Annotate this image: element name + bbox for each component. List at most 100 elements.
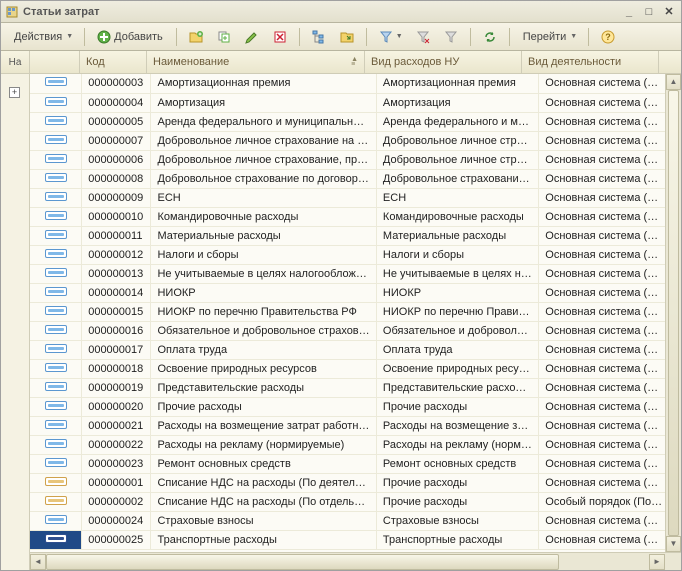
cell-vid: НИОКР — [376, 283, 538, 302]
minimize-button[interactable]: _ — [621, 5, 637, 19]
record-icon — [45, 420, 67, 429]
table-row[interactable]: 000000004АмортизацияАмортизацияОсновная … — [30, 93, 681, 112]
cell-name: Добровольное страхование по договор… — [151, 169, 376, 188]
toolbar: Действия ▼ Добавить ▼ Перейти ▼ ? — [1, 23, 681, 51]
hierarchy-button[interactable] — [306, 26, 332, 48]
column-header-code[interactable]: Код — [80, 51, 147, 73]
scroll-up-button[interactable]: ▲ — [666, 74, 681, 90]
grid-body[interactable]: 000000003Амортизационная премияАмортизац… — [30, 74, 681, 552]
filter-button[interactable]: ▼ — [373, 26, 408, 48]
record-icon — [45, 439, 67, 448]
cell-code: 000000021 — [82, 416, 151, 435]
cell-deyat: Основная система (… — [539, 264, 681, 283]
cell-deyat: Основная система (… — [539, 226, 681, 245]
cell-vid: Транспортные расходы — [376, 530, 538, 549]
cell-deyat: Основная система (… — [539, 112, 681, 131]
table-row[interactable]: 000000019Представительские расходыПредст… — [30, 378, 681, 397]
table-row[interactable]: 000000011Материальные расходыМатериальны… — [30, 226, 681, 245]
add-button[interactable]: Добавить — [91, 26, 170, 48]
refresh-button[interactable] — [477, 26, 503, 48]
cell-code: 000000018 — [82, 359, 151, 378]
cell-vid: Добровольное страховани… — [376, 169, 538, 188]
filter-off-button[interactable] — [410, 26, 436, 48]
table-row[interactable]: 000000006Добровольное личное страхование… — [30, 150, 681, 169]
edit-button[interactable] — [239, 26, 265, 48]
funnel-icon — [378, 29, 394, 45]
tree-header[interactable]: На — [1, 51, 29, 74]
cell-name: Прочие расходы — [151, 397, 376, 416]
cell-vid: Оплата труда — [376, 340, 538, 359]
tree-icon — [311, 29, 327, 45]
cell-code: 000000011 — [82, 226, 151, 245]
cell-deyat: Основная система (… — [539, 359, 681, 378]
scroll-down-button[interactable]: ▼ — [666, 536, 681, 552]
record-icon — [45, 249, 67, 258]
scroll-left-button[interactable]: ◄ — [30, 554, 46, 570]
actions-menu[interactable]: Действия ▼ — [7, 26, 78, 48]
table-row[interactable]: 000000008Добровольное страхование по дог… — [30, 169, 681, 188]
row-marker — [30, 245, 82, 264]
record-icon — [45, 192, 67, 201]
table-row[interactable]: 000000017Оплата трудаОплата трудаОсновна… — [30, 340, 681, 359]
table-row[interactable]: 000000013Не учитываемые в целях налогооб… — [30, 264, 681, 283]
cell-deyat: Основная система (… — [539, 416, 681, 435]
table-row[interactable]: 000000009ЕСНЕСНОсновная система (… — [30, 188, 681, 207]
record-icon — [45, 211, 67, 220]
tree-expand-button[interactable]: + — [9, 87, 20, 98]
table-row[interactable]: 000000021Расходы на возмещение затрат ра… — [30, 416, 681, 435]
add-group-button[interactable] — [183, 26, 209, 48]
help-button[interactable]: ? — [595, 26, 621, 48]
table-row[interactable]: 000000012Налоги и сборыНалоги и сборыОсн… — [30, 245, 681, 264]
scroll-thumb[interactable] — [668, 90, 679, 536]
cell-code: 000000023 — [82, 454, 151, 473]
horizontal-scrollbar[interactable]: ◄ ► — [30, 552, 681, 570]
cell-name: Аренда федерального и муниципально… — [151, 112, 376, 131]
table-row[interactable]: 000000002Списание НДС на расходы (По отд… — [30, 492, 681, 511]
cell-name: Добровольное личное страхование на … — [151, 131, 376, 150]
cell-code: 000000007 — [82, 131, 151, 150]
column-header-deyat[interactable]: Вид деятельности — [522, 51, 659, 73]
filter-clear-button[interactable] — [438, 26, 464, 48]
goto-menu[interactable]: Перейти ▼ — [516, 26, 583, 48]
move-button[interactable] — [334, 26, 360, 48]
table-row[interactable]: 000000005Аренда федерального и муниципал… — [30, 112, 681, 131]
table-row[interactable]: 000000022Расходы на рекламу (нормируемые… — [30, 435, 681, 454]
table-row[interactable]: 000000001Списание НДС на расходы (По дея… — [30, 473, 681, 492]
scroll-right-button[interactable]: ► — [649, 554, 665, 570]
cell-name: Амортизация — [151, 93, 376, 112]
table-row[interactable]: 000000016Обязательное и добровольное стр… — [30, 321, 681, 340]
maximize-button[interactable]: □ — [641, 5, 657, 19]
table-row[interactable]: 000000025Транспортные расходыТранспортны… — [30, 530, 681, 549]
row-marker — [30, 435, 82, 454]
cell-code: 000000024 — [82, 511, 151, 530]
column-header-mark[interactable] — [30, 51, 80, 73]
cell-deyat: Основная система (… — [539, 207, 681, 226]
cell-deyat: Основная система (… — [539, 530, 681, 549]
copy-button[interactable] — [211, 26, 237, 48]
actions-label: Действия — [14, 31, 62, 43]
table-row[interactable]: 000000003Амортизационная премияАмортизац… — [30, 74, 681, 93]
table-row[interactable]: 000000018Освоение природных ресурсовОсво… — [30, 359, 681, 378]
vertical-scrollbar[interactable]: ▲ ▼ — [665, 74, 681, 552]
column-header-vid[interactable]: Вид расходов НУ — [365, 51, 522, 73]
cell-deyat: Основная система (… — [539, 169, 681, 188]
grid-header: Код Наименование▲≡ Вид расходов НУ Вид д… — [30, 51, 681, 74]
cell-name: Не учитываемые в целях налогооблож… — [151, 264, 376, 283]
cell-vid: Командировочные расходы — [376, 207, 538, 226]
table-row[interactable]: 000000014НИОКРНИОКРОсновная система (… — [30, 283, 681, 302]
table-row[interactable]: 000000015НИОКР по перечню Правительства … — [30, 302, 681, 321]
row-marker — [30, 169, 82, 188]
row-marker — [30, 226, 82, 245]
table-row[interactable]: 000000007Добровольное личное страхование… — [30, 131, 681, 150]
table-row[interactable]: 000000024Страховые взносыСтраховые взнос… — [30, 511, 681, 530]
hscroll-thumb[interactable] — [46, 554, 559, 570]
cell-deyat: Основная система (… — [539, 245, 681, 264]
table-row[interactable]: 000000023Ремонт основных средствРемонт о… — [30, 454, 681, 473]
table-row[interactable]: 000000020Прочие расходыПрочие расходыОсн… — [30, 397, 681, 416]
delete-button[interactable] — [267, 26, 293, 48]
close-button[interactable]: ✕ — [661, 5, 677, 19]
table-row[interactable]: 000000010Командировочные расходыКомандир… — [30, 207, 681, 226]
cell-name: Налоги и сборы — [151, 245, 376, 264]
column-header-name[interactable]: Наименование▲≡ — [147, 51, 365, 73]
cell-code: 000000020 — [82, 397, 151, 416]
